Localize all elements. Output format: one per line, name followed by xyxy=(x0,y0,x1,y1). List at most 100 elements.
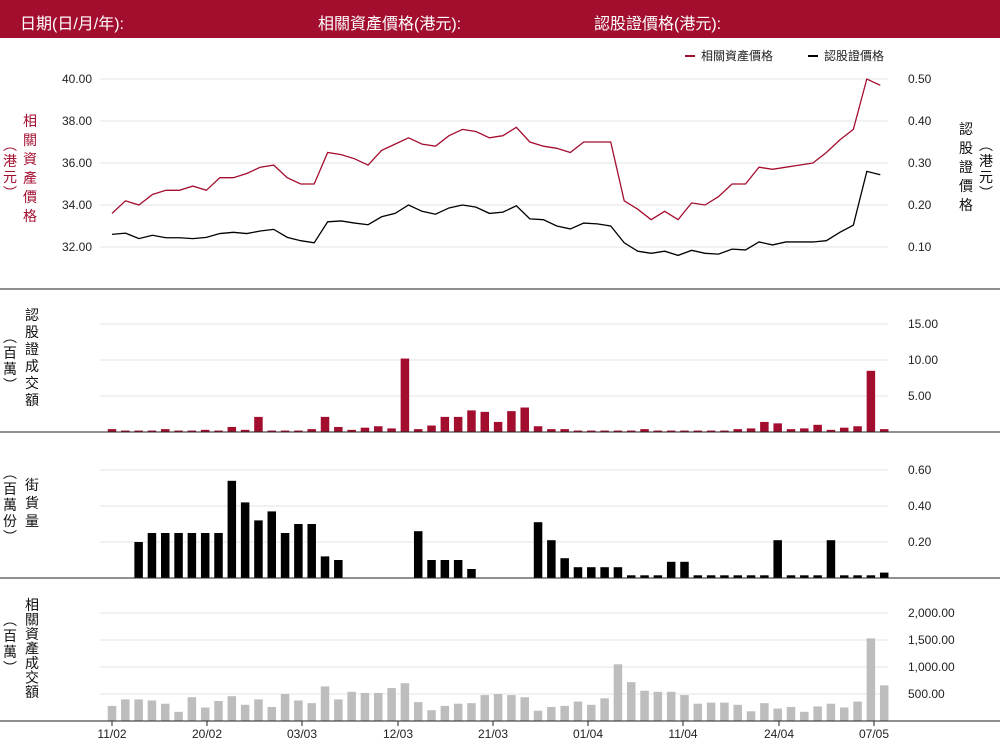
warrant-price-line xyxy=(111,170,881,257)
price-right-tick-label: 0.20 xyxy=(908,198,932,212)
underlying-turnover-bar xyxy=(840,707,849,721)
outstanding-bar xyxy=(187,533,197,578)
underlying-axis-title-char: 價 xyxy=(23,189,37,206)
warrant-turnover-bar xyxy=(254,416,263,432)
warrant-axis-title-char: 股 xyxy=(959,141,973,157)
price-right-tick-label: 0.50 xyxy=(908,72,932,86)
underlying-turnover-bar xyxy=(866,638,876,721)
outstanding-bar xyxy=(174,533,183,578)
warrant-axis-title-char: 證 xyxy=(959,159,973,176)
underlying-turnover-axis-unit-char: 萬 xyxy=(3,645,17,661)
underlying-turnover-bar xyxy=(693,703,703,721)
outstanding-bar xyxy=(587,567,596,578)
outstanding-axis-unit-char: 百 xyxy=(3,482,17,498)
underlying-turnover-bar xyxy=(161,703,170,721)
warrant-turnover-tick-label: 5.00 xyxy=(908,389,932,403)
warrant-turnover-axis-unit-char: 萬 xyxy=(3,362,17,378)
underlying-turnover-bar xyxy=(267,706,277,721)
warrant-turnover-axis-title-char: 交 xyxy=(25,375,39,392)
warrant-axis-title-char: 格 xyxy=(959,198,973,214)
warrant-turnover-bar xyxy=(334,426,343,432)
warrant-axis-unit-char: ︶ xyxy=(979,186,993,202)
underlying-turnover-axis-unit-char: ︶ xyxy=(3,661,17,677)
warrant-turnover-bar xyxy=(467,410,476,432)
underlying-turnover-bar xyxy=(254,699,263,721)
warrant-turnover-bar xyxy=(533,426,543,432)
underlying-turnover-bar xyxy=(613,664,623,721)
underlying-axis-title-char: 產 xyxy=(23,170,37,187)
outstanding-bar xyxy=(666,561,676,578)
warrant-turnover-bar xyxy=(453,416,463,432)
underlying-turnover-bar xyxy=(800,711,809,721)
x-tick-label: 11/02 xyxy=(97,727,126,741)
warrant-turnover-bar xyxy=(400,358,410,432)
underlying-axis-title-char: 相 xyxy=(23,114,37,130)
warrant-turnover-bar xyxy=(773,423,782,432)
underlying-turnover-axis-unit: ︵百萬︶ xyxy=(3,613,17,677)
underlying-turnover-axis-title-char: 交 xyxy=(25,670,39,687)
outstanding-bar xyxy=(227,480,237,578)
price-right-tick-label: 0.30 xyxy=(908,156,932,170)
underlying-turnover-bar xyxy=(533,710,543,721)
warrant-turnover-axis-title: 認股證成交額 xyxy=(25,308,39,409)
outstanding-bar xyxy=(440,560,450,578)
x-tick-label: 01/04 xyxy=(573,727,603,741)
date-label: 日期(日/月/年): xyxy=(20,16,124,33)
outstanding-bar xyxy=(267,511,277,578)
underlying-axis-unit: ︵港元︶ xyxy=(3,138,17,202)
underlying-turnover-bar xyxy=(387,688,396,721)
underlying-turnover-bar xyxy=(307,703,316,721)
warrant-turnover-bar xyxy=(374,426,383,432)
outstanding-bar xyxy=(680,561,689,578)
underlying-turnover-tick-label: 1,000.00 xyxy=(908,660,955,674)
underlying-turnover-bar xyxy=(147,700,157,721)
underlying-turnover-bar xyxy=(720,702,729,721)
underlying-turnover-bar xyxy=(400,683,410,721)
warrant-turnover-bar xyxy=(427,425,436,432)
warrant-turnover-tick-label: 10.00 xyxy=(908,353,938,367)
outstanding-axis-title-char: 量 xyxy=(25,514,39,530)
underlying-turnover-bar xyxy=(187,697,197,721)
underlying-turnover-bar xyxy=(121,699,130,721)
underlying-turnover-bar xyxy=(427,710,436,721)
outstanding-bar xyxy=(547,540,556,578)
warrant-turnover-bar xyxy=(520,407,529,432)
underlying-turnover-bar xyxy=(227,696,237,721)
warrant-turnover-bar xyxy=(507,411,516,432)
outstanding-tick-label: 0.60 xyxy=(908,463,932,477)
warrant-turnover-bar xyxy=(387,428,396,432)
price-left-tick-label: 38.00 xyxy=(62,114,92,128)
outstanding-bar xyxy=(254,520,263,578)
legend-warrant-label: 認股證價格 xyxy=(824,48,884,63)
outstanding-bar xyxy=(200,533,210,578)
underlying-turnover-bar xyxy=(134,699,143,721)
warrant-turnover-bar xyxy=(227,426,237,432)
underlying-axis-title-char: 資 xyxy=(23,152,37,168)
price-left-tick-label: 36.00 xyxy=(62,156,92,170)
price-left-tick-label: 34.00 xyxy=(62,198,92,212)
underlying-axis-title-char: 格 xyxy=(23,209,37,225)
underlying-turnover-bar xyxy=(280,694,290,721)
outstanding-axis-title: 街貨量 xyxy=(25,478,39,530)
outstanding-bar xyxy=(826,540,836,578)
warrant-turnover-bar xyxy=(813,424,822,432)
underlying-turnover-bar xyxy=(640,690,649,721)
underlying-turnover-bar xyxy=(773,708,782,721)
warrant-turnover-bar xyxy=(840,427,849,432)
underlying-axis-title: 相關資產價格 xyxy=(23,114,37,225)
underlying-axis-unit-char: ︵ xyxy=(3,138,17,154)
underlying-turnover-bar xyxy=(174,711,183,721)
underlying-axis-title-char: 關 xyxy=(23,133,37,149)
outstanding-bar xyxy=(134,542,143,578)
underlying-turnover-axis-title: 相關資產成交額 xyxy=(25,598,39,701)
warrant-axis-title-char: 認 xyxy=(959,122,973,138)
underlying-turnover-bar xyxy=(547,706,556,721)
warrant-axis-unit-char: ︵ xyxy=(979,138,993,154)
outstanding-bar xyxy=(307,524,316,578)
warrant-turnover-bar xyxy=(320,416,330,432)
underlying-turnover-bar xyxy=(493,694,503,721)
warrant-turnover-bar xyxy=(866,370,876,432)
outstanding-bar xyxy=(147,533,157,578)
outstanding-axis-title-char: 貨 xyxy=(25,495,39,512)
underlying-axis-unit-char: ︶ xyxy=(3,186,17,202)
